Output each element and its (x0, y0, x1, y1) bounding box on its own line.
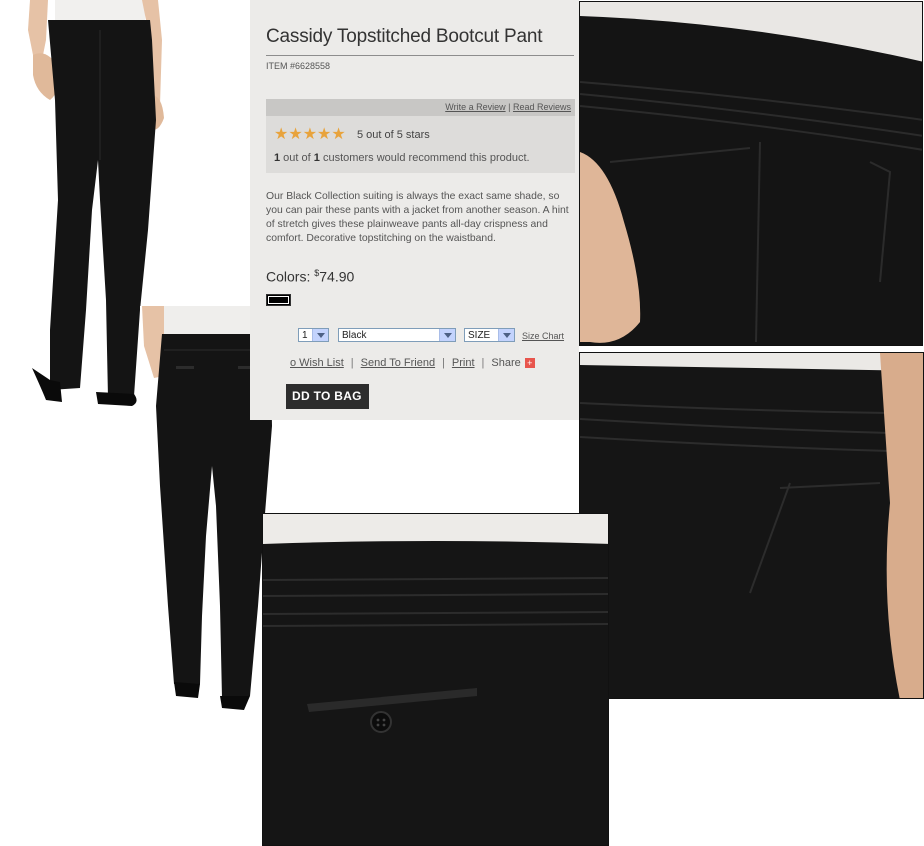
action-separator: | (442, 357, 445, 369)
size-select-value: SIZE (468, 330, 491, 341)
action-separator: | (350, 357, 354, 369)
item-number: ITEM #6628558 (266, 61, 331, 71)
read-reviews-link[interactable]: Read Reviews (513, 102, 571, 112)
size-chart-link[interactable]: Size Chart (522, 331, 564, 341)
rating-text: 5 out of 5 stars (357, 129, 430, 141)
colors-price-line: Colors: $74.90 (266, 268, 354, 285)
color-select-value: Black (342, 330, 367, 341)
send-to-friend-link[interactable]: Send To Friend (361, 357, 435, 369)
chevron-down-icon (498, 329, 514, 341)
waistband-side-detail-photo (579, 352, 924, 699)
review-links: Write a Review | Read Reviews (445, 102, 571, 112)
review-links-bar: Write a Review | Read Reviews (266, 99, 575, 116)
star-rating-icon: ★★★★★ (274, 126, 346, 143)
product-info-panel: Cassidy Topstitched Bootcut Pant ITEM #6… (250, 0, 579, 420)
write-review-link[interactable]: Write a Review (445, 102, 505, 112)
review-summary: Write a Review | Read Reviews ★★★★★ 5 ou… (266, 99, 575, 173)
action-separator: | (481, 357, 485, 369)
back-pocket-detail-photo (262, 513, 609, 846)
recommend-text: 1 out of 1 customers would recommend thi… (274, 152, 530, 164)
share-plus-icon[interactable]: + (524, 358, 535, 369)
waistband-front-detail-photo (579, 1, 923, 346)
print-link[interactable]: Print (452, 357, 475, 369)
product-actions: o Wish List | Send To Friend | Print | Share + (290, 357, 535, 369)
add-to-wish-list-link[interactable]: o Wish List (290, 357, 344, 369)
share-label[interactable]: Share (491, 357, 520, 369)
recommend-tail: customers would recommend this product. (319, 152, 530, 164)
colors-label: Colors: (266, 268, 311, 285)
size-select[interactable]: SIZE (464, 328, 515, 342)
title-divider (266, 55, 574, 56)
product-title: Cassidy Topstitched Bootcut Pant (266, 26, 543, 47)
quantity-select[interactable]: 1 (298, 328, 329, 342)
color-select[interactable]: Black (338, 328, 456, 342)
chevron-down-icon (312, 329, 328, 341)
color-swatch-black[interactable] (266, 294, 291, 306)
recommend-mid: out of (280, 152, 314, 164)
price: 74.90 (319, 268, 355, 285)
quantity-value: 1 (302, 330, 308, 341)
chevron-down-icon (439, 329, 455, 341)
add-to-bag-button[interactable]: DD TO BAG (286, 384, 369, 409)
review-link-separator: | (508, 102, 511, 112)
product-description: Our Black Collection suiting is always t… (266, 191, 569, 244)
